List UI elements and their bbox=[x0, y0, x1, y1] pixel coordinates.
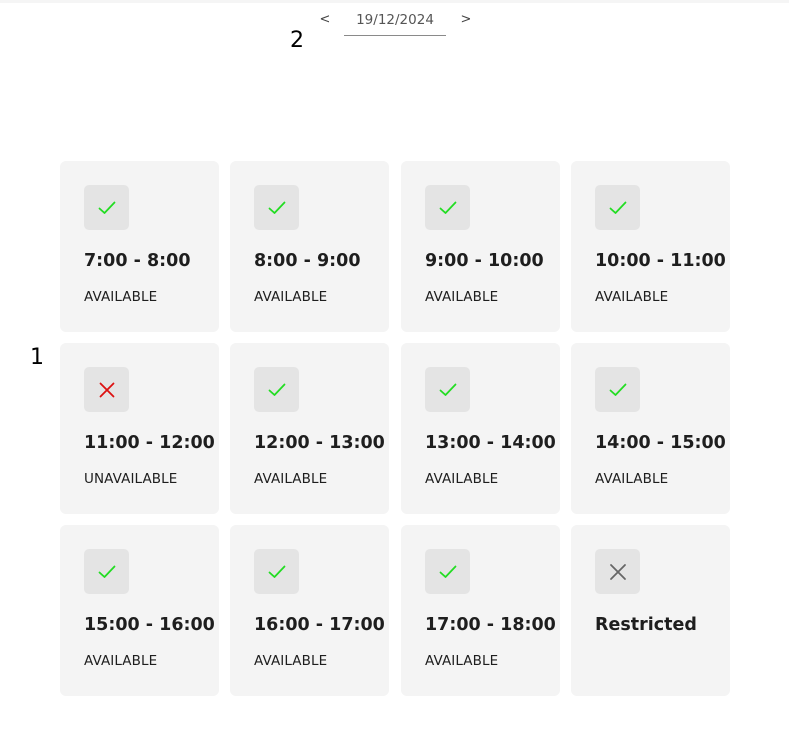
slot-time: 17:00 - 18:00 bbox=[425, 615, 556, 635]
slot-time: Restricted bbox=[595, 615, 697, 635]
time-slot-card[interactable]: 17:00 - 18:00 AVAILABLE bbox=[401, 525, 560, 696]
time-slot-card[interactable]: 15:00 - 16:00 AVAILABLE bbox=[60, 525, 219, 696]
slot-status: AVAILABLE bbox=[84, 653, 158, 669]
slot-status: AVAILABLE bbox=[595, 471, 669, 487]
slot-status: AVAILABLE bbox=[425, 471, 499, 487]
slot-status: AVAILABLE bbox=[254, 289, 328, 305]
slot-time: 12:00 - 13:00 bbox=[254, 433, 385, 453]
slot-status: AVAILABLE bbox=[595, 289, 669, 305]
time-slot-card[interactable]: 7:00 - 8:00 AVAILABLE bbox=[60, 161, 219, 332]
time-slot-card[interactable]: 14:00 - 15:00 AVAILABLE bbox=[571, 343, 730, 514]
check-icon bbox=[595, 185, 640, 230]
time-slot-card[interactable]: 10:00 - 11:00 AVAILABLE bbox=[571, 161, 730, 332]
slot-time: 10:00 - 11:00 bbox=[595, 251, 726, 271]
check-icon bbox=[84, 185, 129, 230]
check-icon bbox=[425, 549, 470, 594]
slot-status: UNAVAILABLE bbox=[84, 471, 178, 487]
check-icon bbox=[425, 367, 470, 412]
slot-status: AVAILABLE bbox=[84, 289, 158, 305]
slot-time: 14:00 - 15:00 bbox=[595, 433, 726, 453]
time-slot-card[interactable]: 9:00 - 10:00 AVAILABLE bbox=[401, 161, 560, 332]
slot-time: 16:00 - 17:00 bbox=[254, 615, 385, 635]
annotation-marker-1: 1 bbox=[30, 345, 44, 370]
slot-time: 7:00 - 8:00 bbox=[84, 251, 191, 271]
time-slot-card[interactable]: 8:00 - 9:00 AVAILABLE bbox=[230, 161, 389, 332]
cross-icon bbox=[84, 367, 129, 412]
date-navigator: < 19/12/2024 > bbox=[0, 0, 789, 60]
check-icon bbox=[254, 367, 299, 412]
slot-time: 9:00 - 10:00 bbox=[425, 251, 544, 271]
check-icon bbox=[425, 185, 470, 230]
slot-time: 13:00 - 14:00 bbox=[425, 433, 556, 453]
slot-time: 11:00 - 12:00 bbox=[84, 433, 215, 453]
slot-status: AVAILABLE bbox=[425, 653, 499, 669]
slot-time: 15:00 - 16:00 bbox=[84, 615, 215, 635]
restricted-x-icon bbox=[595, 549, 640, 594]
check-icon bbox=[84, 549, 129, 594]
slot-status: AVAILABLE bbox=[425, 289, 499, 305]
time-slot-card-restricted: Restricted bbox=[571, 525, 730, 696]
previous-day-button[interactable]: < bbox=[317, 10, 333, 30]
next-day-button[interactable]: > bbox=[458, 10, 474, 30]
slot-status: AVAILABLE bbox=[254, 471, 328, 487]
slot-time: 8:00 - 9:00 bbox=[254, 251, 361, 271]
time-slot-card[interactable]: 16:00 - 17:00 AVAILABLE bbox=[230, 525, 389, 696]
time-slot-card[interactable]: 13:00 - 14:00 AVAILABLE bbox=[401, 343, 560, 514]
time-slot-card[interactable]: 12:00 - 13:00 AVAILABLE bbox=[230, 343, 389, 514]
annotation-marker-2: 2 bbox=[290, 28, 304, 53]
check-icon bbox=[254, 549, 299, 594]
slot-status: AVAILABLE bbox=[254, 653, 328, 669]
check-icon bbox=[254, 185, 299, 230]
date-input[interactable]: 19/12/2024 bbox=[344, 9, 446, 36]
check-icon bbox=[595, 367, 640, 412]
time-slot-card[interactable]: 11:00 - 12:00 UNAVAILABLE bbox=[60, 343, 219, 514]
